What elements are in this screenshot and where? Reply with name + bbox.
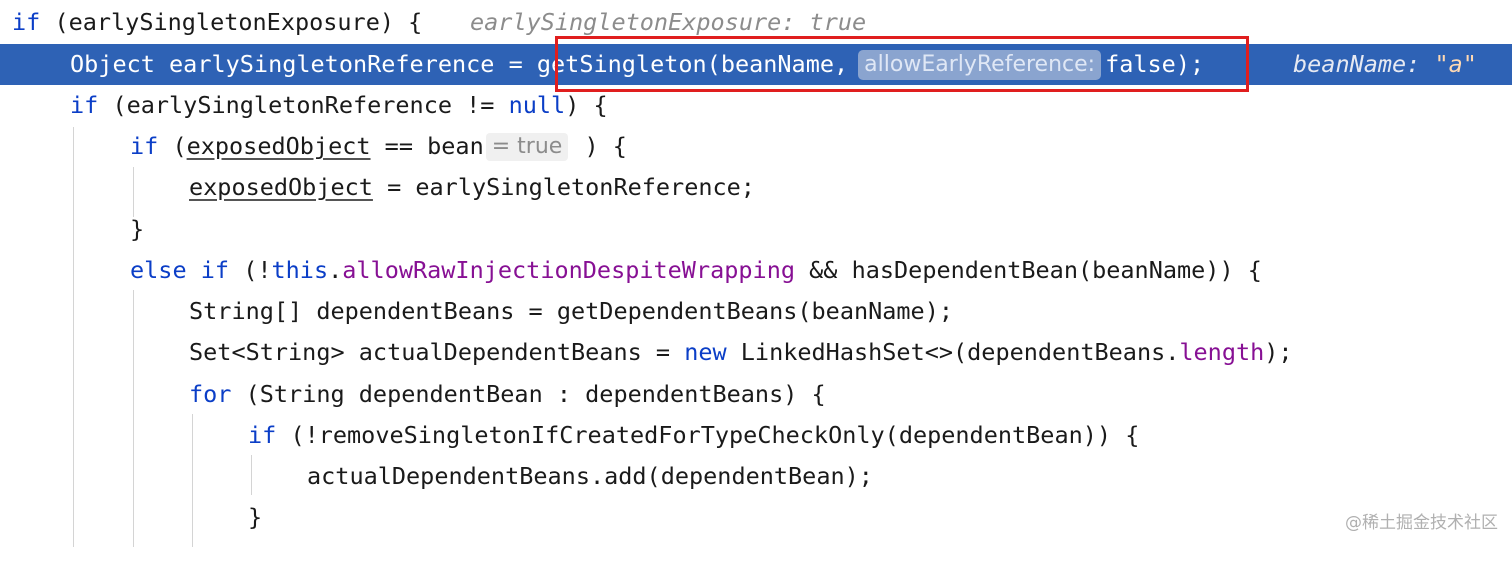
code-text: (earlySingletonReference !=: [98, 91, 509, 119]
code-line-12[interactable]: actualDependentBeans.add(dependentBean);: [0, 456, 1512, 497]
code-line-6[interactable]: }: [0, 209, 1512, 250]
keyword-else: else: [130, 256, 187, 284]
code-text: ) {: [570, 132, 627, 160]
code-text: String[] dependentBeans = getDependentBe…: [189, 297, 954, 325]
code-line-7[interactable]: else if (!this.allowRawInjectionDespiteW…: [0, 250, 1512, 291]
code-line-8[interactable]: String[] dependentBeans = getDependentBe…: [0, 291, 1512, 332]
keyword-if: if: [248, 421, 277, 449]
code-line-11[interactable]: if (!removeSingletonIfCreatedForTypeChec…: [0, 415, 1512, 456]
code-text: Object earlySingletonReference =: [70, 50, 537, 78]
code-line-13[interactable]: }: [0, 497, 1512, 538]
code-text: (!: [229, 256, 272, 284]
closing-brace: }: [130, 215, 145, 243]
field-length: length: [1179, 338, 1265, 366]
keyword-if: if: [130, 132, 159, 160]
code-text: == bean: [370, 132, 484, 160]
keyword-if: if: [12, 8, 41, 36]
code-line-5[interactable]: exposedObject = earlySingletonReference;: [0, 167, 1512, 208]
code-text: actualDependentBeans.add(dependentBean);: [307, 462, 873, 490]
keyword-if: if: [70, 91, 99, 119]
closing-brace: }: [248, 503, 263, 531]
code-text: LinkedHashSet<>(dependentBeans.: [726, 338, 1180, 366]
keyword-null: null: [508, 91, 566, 119]
code-text: && hasDependentBean(beanName)) {: [795, 256, 1262, 284]
code-line-9[interactable]: Set<String> actualDependentBeans = new L…: [0, 332, 1512, 373]
code-line-4[interactable]: if (exposedObject == bean = true ) {: [0, 126, 1512, 167]
variable-exposed-object: exposedObject: [186, 132, 371, 160]
code-text: (!removeSingletonIfCreatedForTypeCheckOn…: [276, 421, 1140, 449]
code-text: (: [158, 132, 187, 160]
code-text: );: [1264, 338, 1293, 366]
inline-debug-hint-name: beanName:: [1293, 50, 1421, 78]
code-text: (String dependentBean : dependentBeans) …: [231, 380, 826, 408]
inline-evaluation-hint: = true: [485, 133, 569, 161]
watermark: @稀土掘金技术社区: [1345, 513, 1498, 533]
inline-debug-hint-value: "a": [1434, 50, 1477, 78]
keyword-for: for: [189, 380, 232, 408]
code-text: (earlySingletonExposure) {: [40, 8, 423, 36]
variable-exposed-object: exposedObject: [189, 173, 373, 201]
keyword-if: if: [200, 256, 230, 284]
code-text: .: [328, 256, 343, 284]
keyword-new: new: [684, 338, 727, 366]
code-text: Set<String> actualDependentBeans =: [189, 338, 685, 366]
code-text: = earlySingletonReference;: [372, 173, 755, 201]
code-line-10[interactable]: for (String dependentBean : dependentBea…: [0, 374, 1512, 415]
code-text: ) {: [565, 91, 608, 119]
keyword-this: this: [271, 256, 329, 284]
field-allow-raw-injection: allowRawInjectionDespiteWrapping: [342, 256, 795, 284]
highlight-annotation-box: [555, 36, 1249, 92]
